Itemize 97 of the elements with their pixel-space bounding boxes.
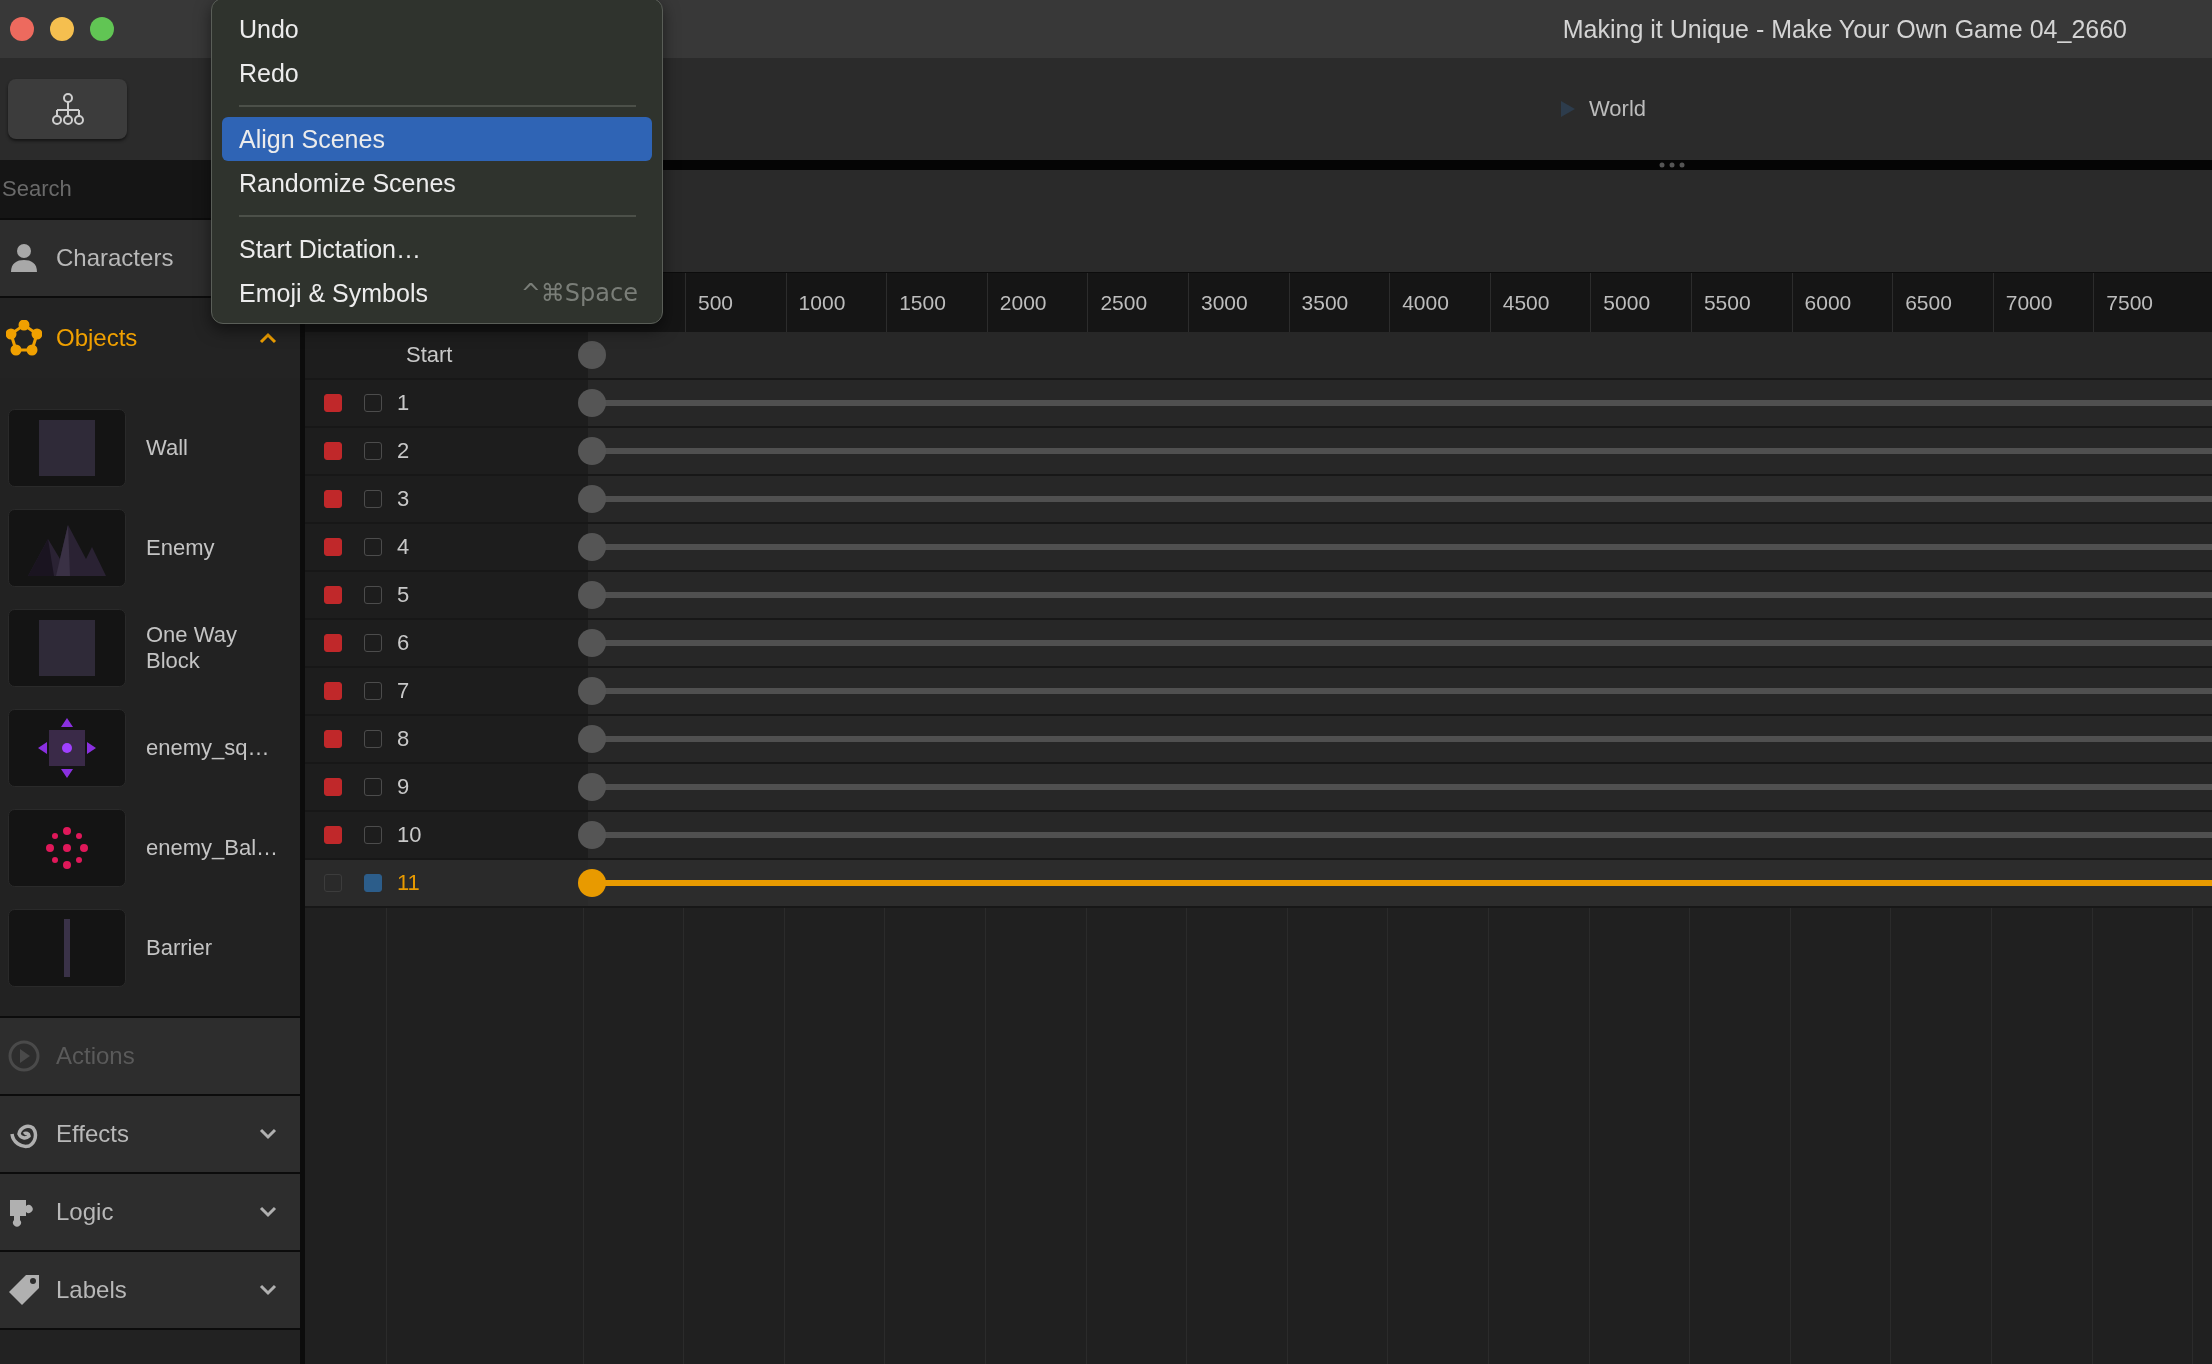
checkbox[interactable]	[364, 826, 382, 844]
ruler-label: 500	[698, 290, 734, 315]
keyboard-shortcut: ^⌘Space	[520, 279, 638, 307]
section-label: Objects	[56, 324, 138, 352]
resize-handle-icon[interactable]	[1658, 161, 1686, 169]
scene-label: 3	[397, 486, 410, 512]
ruler-label: 7500	[2106, 290, 2154, 315]
flag-marker[interactable]	[324, 730, 342, 748]
checkbox[interactable]	[364, 682, 382, 700]
checkbox[interactable]	[364, 778, 382, 796]
menu-item-label: Redo	[239, 58, 299, 88]
object-name: Barrier	[146, 934, 213, 962]
timeline-node[interactable]	[578, 629, 606, 657]
object-name: Wall	[146, 434, 189, 462]
section-header[interactable]: Labels	[0, 1252, 300, 1330]
object-thumbnail[interactable]	[8, 909, 126, 987]
menu-item[interactable]: Align Scenes	[222, 117, 652, 161]
section-label: Effects	[56, 1120, 129, 1148]
object-name: enemy_sq…	[146, 734, 271, 762]
window-title: Making it Unique - Make Your Own Game 04_2660	[1562, 14, 2127, 44]
scene-label: 5	[397, 582, 410, 608]
timeline-node[interactable]	[578, 485, 606, 513]
checkbox[interactable]	[364, 730, 382, 748]
scene-label: 9	[397, 774, 410, 800]
ruler-label: 3500	[1301, 290, 1349, 315]
checkbox[interactable]	[364, 442, 382, 460]
scene-label: Start	[406, 342, 453, 368]
flag-marker[interactable]	[324, 490, 342, 508]
close-button[interactable]	[10, 17, 34, 41]
checkbox[interactable]	[364, 538, 382, 556]
hierarchy-icon	[50, 92, 85, 126]
menu-item[interactable]: Undo	[222, 7, 652, 51]
timeline-node[interactable]	[578, 773, 606, 801]
checkbox[interactable]	[364, 874, 382, 892]
ruler-label: 5000	[1603, 290, 1651, 315]
object-name: Enemy	[146, 534, 216, 562]
minimize-button[interactable]	[50, 17, 74, 41]
flag-marker[interactable]	[324, 778, 342, 796]
timeline-node[interactable]	[578, 341, 606, 369]
ruler-label: 3000	[1200, 290, 1248, 315]
scene-label: 4	[397, 534, 410, 560]
hierarchy-button[interactable]	[8, 79, 127, 139]
ruler-label: 2500	[1100, 290, 1148, 315]
timeline-node[interactable]	[578, 581, 606, 609]
object-thumbnail[interactable]	[8, 809, 126, 887]
section-label: Characters	[56, 244, 174, 272]
timeline-node[interactable]	[578, 677, 606, 705]
flag-marker[interactable]	[324, 826, 342, 844]
scene-label: 10	[397, 822, 422, 848]
zoom-button[interactable]	[90, 17, 114, 41]
flag-marker[interactable]	[324, 538, 342, 556]
scene-label: 1	[397, 390, 410, 416]
flag-marker[interactable]	[324, 394, 342, 412]
section-label: Logic	[56, 1198, 114, 1226]
object-thumbnail[interactable]	[8, 609, 126, 687]
ruler-label: 1000	[798, 290, 846, 315]
checkbox[interactable]	[364, 634, 382, 652]
object-name: One Way Block	[146, 621, 238, 675]
object-thumbnail[interactable]	[8, 509, 126, 587]
ruler-label: 1500	[899, 290, 946, 315]
timeline-node[interactable]	[578, 869, 606, 897]
flag-marker[interactable]	[324, 682, 342, 700]
timeline-node[interactable]	[578, 725, 606, 753]
flag-marker[interactable]	[324, 634, 342, 652]
flag-marker[interactable]	[324, 442, 342, 460]
play-circle-icon	[6, 1038, 42, 1074]
section-header[interactable]: Effects	[0, 1096, 300, 1174]
section-header[interactable]: Logic	[0, 1174, 300, 1252]
scene-label: 2	[397, 438, 410, 464]
ruler-label: 4000	[1402, 290, 1449, 315]
ruler-label: 7000	[2005, 290, 2053, 315]
flag-marker[interactable]	[324, 586, 342, 604]
scene-label: 7	[397, 678, 410, 704]
timeline-node[interactable]	[578, 821, 606, 849]
checkbox[interactable]	[364, 394, 382, 412]
menu-item-label: Align Scenes	[239, 124, 385, 154]
checkbox[interactable]	[364, 490, 382, 508]
scene-label: 11	[397, 870, 420, 896]
scene-label: 6	[397, 630, 410, 656]
ruler-label: 5500	[1703, 290, 1751, 315]
checkbox[interactable]	[364, 586, 382, 604]
ruler-label: 2000	[999, 290, 1047, 315]
ruler-label: 6500	[1905, 290, 1952, 315]
timeline-node[interactable]	[578, 533, 606, 561]
object-name: enemy_Bal…	[146, 834, 280, 862]
object-thumbnail[interactable]	[8, 409, 126, 487]
breadcrumb-link[interactable]: World	[1589, 96, 1647, 122]
menu-item[interactable]: Redo	[222, 51, 652, 95]
section-label: Labels	[56, 1276, 127, 1304]
menu-item-label: Undo	[239, 14, 299, 44]
scene-label: 8	[397, 726, 410, 752]
ruler-label: 6000	[1804, 290, 1852, 315]
object-thumbnail[interactable]	[8, 709, 126, 787]
timeline-node[interactable]	[578, 389, 606, 417]
timeline-node[interactable]	[578, 437, 606, 465]
network-icon	[6, 320, 42, 356]
ruler-label: 4500	[1502, 290, 1550, 315]
